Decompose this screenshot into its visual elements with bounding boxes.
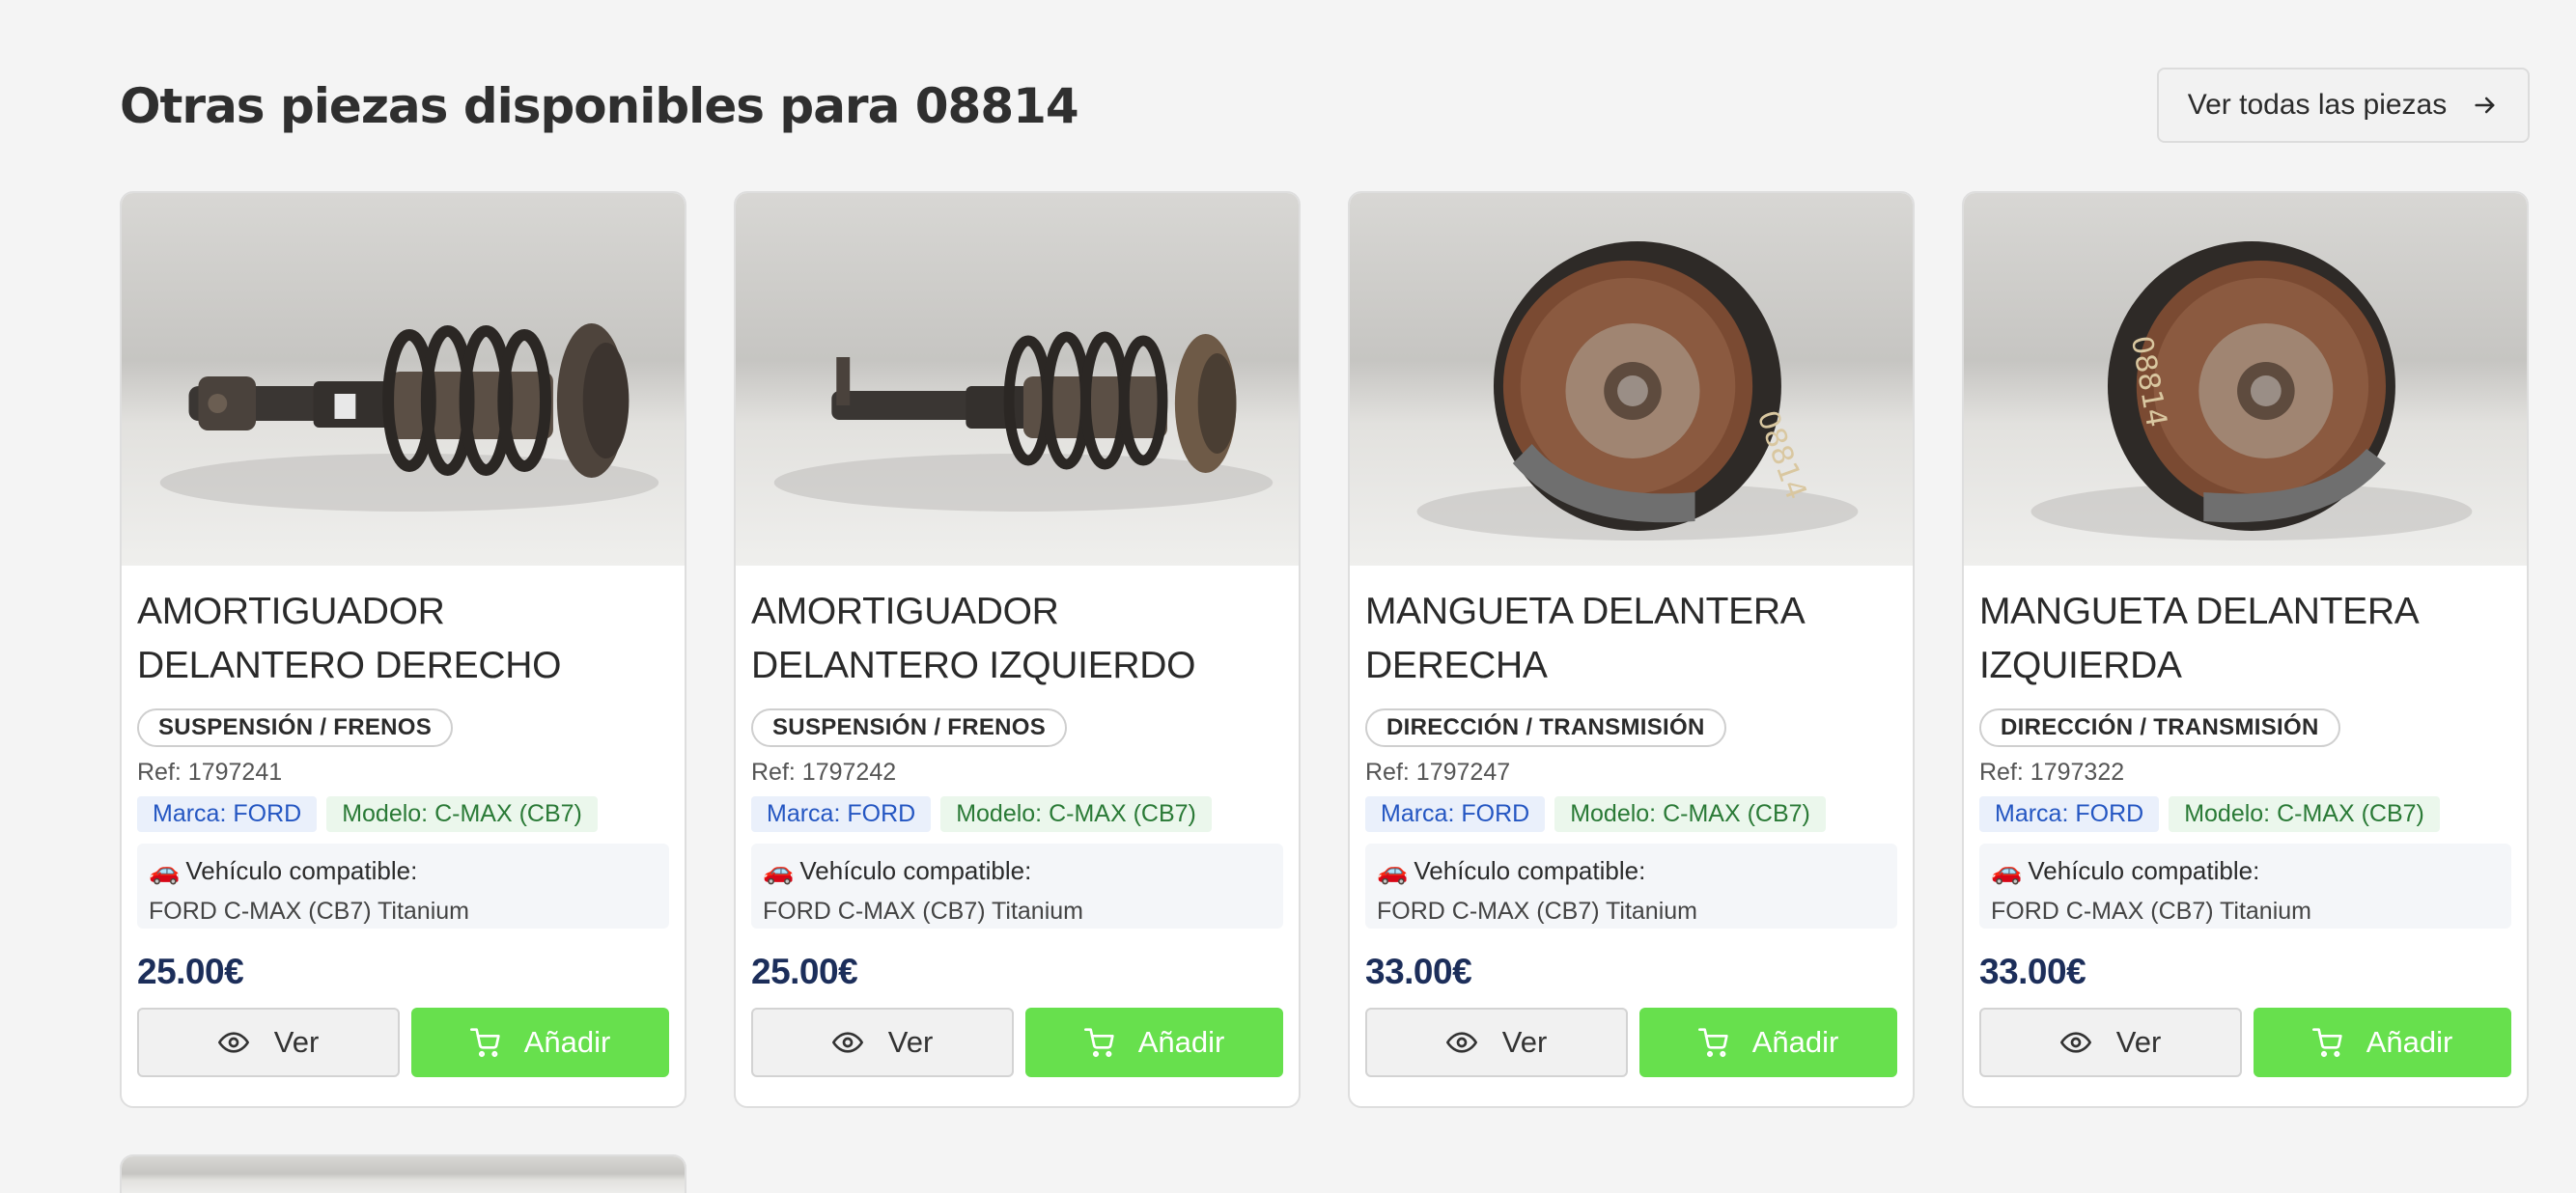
brand-tag: Marca: FORD [751, 796, 932, 832]
card-actions: Ver Añadir [751, 1008, 1283, 1077]
section-title: Otras piezas disponibles para 08814 [120, 78, 1079, 134]
product-image-steering-knuckle[interactable]: 08814 [1964, 193, 2527, 566]
cart-icon [1697, 1027, 1729, 1058]
category-badge: DIRECCIÓN / TRANSMISIÓN [1979, 708, 2340, 747]
eye-icon [831, 1027, 863, 1058]
compatible-vehicle-box: 🚗 Vehículo compatible: FORD C-MAX (CB7) … [751, 844, 1283, 929]
brand-tag: Marca: FORD [137, 796, 318, 832]
add-to-cart-button[interactable]: Añadir [1025, 1008, 1283, 1077]
product-title[interactable]: MANGUETA DELANTERA DERECHA [1365, 585, 1897, 693]
product-image-shock-absorber[interactable] [736, 193, 1299, 566]
compatible-vehicle-value: FORD C-MAX (CB7) Titanium [1377, 898, 1697, 925]
product-ref: Ref: 1797247 [1365, 759, 1511, 786]
add-button-label: Añadir [1751, 1025, 1839, 1059]
product-title[interactable]: AMORTIGUADOR DELANTERO DERECHO [137, 585, 669, 693]
model-tag: Modelo: C-MAX (CB7) [940, 796, 1212, 832]
section-header: Otras piezas disponibles para 08814 Ver … [120, 68, 2530, 145]
add-to-cart-button[interactable]: Añadir [2254, 1008, 2511, 1077]
add-button-label: Añadir [1137, 1025, 1225, 1059]
tag-row: Marca: FORD Modelo: C-MAX (CB7) [1979, 796, 2511, 832]
view-button-label: Ver [887, 1025, 934, 1059]
view-button[interactable]: Ver [751, 1008, 1014, 1077]
cart-icon [469, 1027, 501, 1058]
cart-icon [2311, 1027, 2343, 1058]
tag-row: Marca: FORD Modelo: C-MAX (CB7) [137, 796, 669, 832]
compatible-vehicle-box: 🚗 Vehículo compatible: FORD C-MAX (CB7) … [1979, 844, 2511, 929]
car-icon: 🚗 [149, 855, 181, 885]
add-to-cart-button[interactable]: Añadir [411, 1008, 669, 1077]
compatible-vehicle-label-text: Vehículo compatible: [1414, 855, 1646, 885]
product-ref: Ref: 1797241 [137, 759, 283, 786]
product-title[interactable]: MANGUETA DELANTERA IZQUIERDA [1979, 585, 2511, 693]
product-card[interactable]: AMORTIGUADOR DELANTERO DERECHO SUSPENSIÓ… [120, 191, 686, 1108]
compatible-vehicle-label-text: Vehículo compatible: [2028, 855, 2260, 885]
compatible-vehicle-box: 🚗 Vehículo compatible: FORD C-MAX (CB7) … [1365, 844, 1897, 929]
tag-row: Marca: FORD Modelo: C-MAX (CB7) [751, 796, 1283, 832]
card-actions: Ver Añadir [1979, 1008, 2511, 1077]
compatible-vehicle-value: FORD C-MAX (CB7) Titanium [1991, 898, 2311, 925]
view-button-label: Ver [1501, 1025, 1548, 1059]
product-image-shock-absorber[interactable] [122, 193, 685, 566]
product-price: 33.00€ [1365, 952, 1472, 991]
car-icon: 🚗 [1377, 855, 1409, 885]
product-price: 25.00€ [751, 952, 858, 991]
arrow-right-icon [2472, 92, 2499, 119]
view-all-parts-button[interactable]: Ver todas las piezas [2157, 68, 2530, 143]
compatible-vehicle-label-text: Vehículo compatible: [185, 855, 418, 885]
product-title[interactable]: AMORTIGUADOR DELANTERO IZQUIERDO [751, 585, 1283, 693]
product-card[interactable]: 08814 MANGUETA DELANTERA IZQUIERDA DIREC… [1962, 191, 2529, 1108]
compatible-vehicle-label-text: Vehículo compatible: [799, 855, 1032, 885]
product-price: 25.00€ [137, 952, 244, 991]
compatible-vehicle-value: FORD C-MAX (CB7) Titanium [763, 898, 1083, 925]
view-button-label: Ver [2115, 1025, 2162, 1059]
eye-icon [1445, 1027, 1477, 1058]
compatible-vehicle-label: 🚗 Vehículo compatible: [763, 853, 1272, 888]
category-badge: SUSPENSIÓN / FRENOS [751, 708, 1068, 747]
card-actions: Ver Añadir [137, 1008, 669, 1077]
model-tag: Modelo: C-MAX (CB7) [326, 796, 598, 832]
card-actions: Ver Añadir [1365, 1008, 1897, 1077]
add-button-label: Añadir [2366, 1025, 2453, 1059]
cart-icon [1083, 1027, 1115, 1058]
compatible-vehicle-label: 🚗 Vehículo compatible: [1991, 853, 2500, 888]
category-badge: SUSPENSIÓN / FRENOS [137, 708, 454, 747]
compatible-vehicle-value: FORD C-MAX (CB7) Titanium [149, 898, 469, 925]
eye-icon [217, 1027, 249, 1058]
brand-tag: Marca: FORD [1979, 796, 2160, 832]
tag-row: Marca: FORD Modelo: C-MAX (CB7) [1365, 796, 1897, 832]
view-button[interactable]: Ver [137, 1008, 400, 1077]
view-button[interactable]: Ver [1979, 1008, 2242, 1077]
product-card-partial[interactable] [120, 1154, 686, 1193]
eye-icon [2059, 1027, 2091, 1058]
product-ref: Ref: 1797242 [751, 759, 897, 786]
compatible-vehicle-box: 🚗 Vehículo compatible: FORD C-MAX (CB7) … [137, 844, 669, 929]
view-button[interactable]: Ver [1365, 1008, 1628, 1077]
product-ref: Ref: 1797322 [1979, 759, 2125, 786]
add-button-label: Añadir [523, 1025, 611, 1059]
product-price: 33.00€ [1979, 952, 2086, 991]
compatible-vehicle-label: 🚗 Vehículo compatible: [149, 853, 658, 888]
product-image[interactable] [122, 1156, 685, 1193]
view-all-label: Ver todas las piezas [2187, 89, 2448, 121]
car-icon: 🚗 [1991, 855, 2023, 885]
compatible-vehicle-label: 🚗 Vehículo compatible: [1377, 853, 1886, 888]
view-button-label: Ver [273, 1025, 320, 1059]
product-image-steering-knuckle[interactable]: 08814 [1350, 193, 1913, 566]
parts-grid: AMORTIGUADOR DELANTERO DERECHO SUSPENSIÓ… [120, 191, 2529, 1193]
product-card[interactable]: AMORTIGUADOR DELANTERO IZQUIERDO SUSPENS… [734, 191, 1301, 1108]
model-tag: Modelo: C-MAX (CB7) [2169, 796, 2440, 832]
product-card[interactable]: 08814 MANGUETA DELANTERA DERECHA DIRECCI… [1348, 191, 1915, 1108]
brand-tag: Marca: FORD [1365, 796, 1546, 832]
model-tag: Modelo: C-MAX (CB7) [1554, 796, 1826, 832]
car-icon: 🚗 [763, 855, 795, 885]
add-to-cart-button[interactable]: Añadir [1639, 1008, 1897, 1077]
category-badge: DIRECCIÓN / TRANSMISIÓN [1365, 708, 1726, 747]
